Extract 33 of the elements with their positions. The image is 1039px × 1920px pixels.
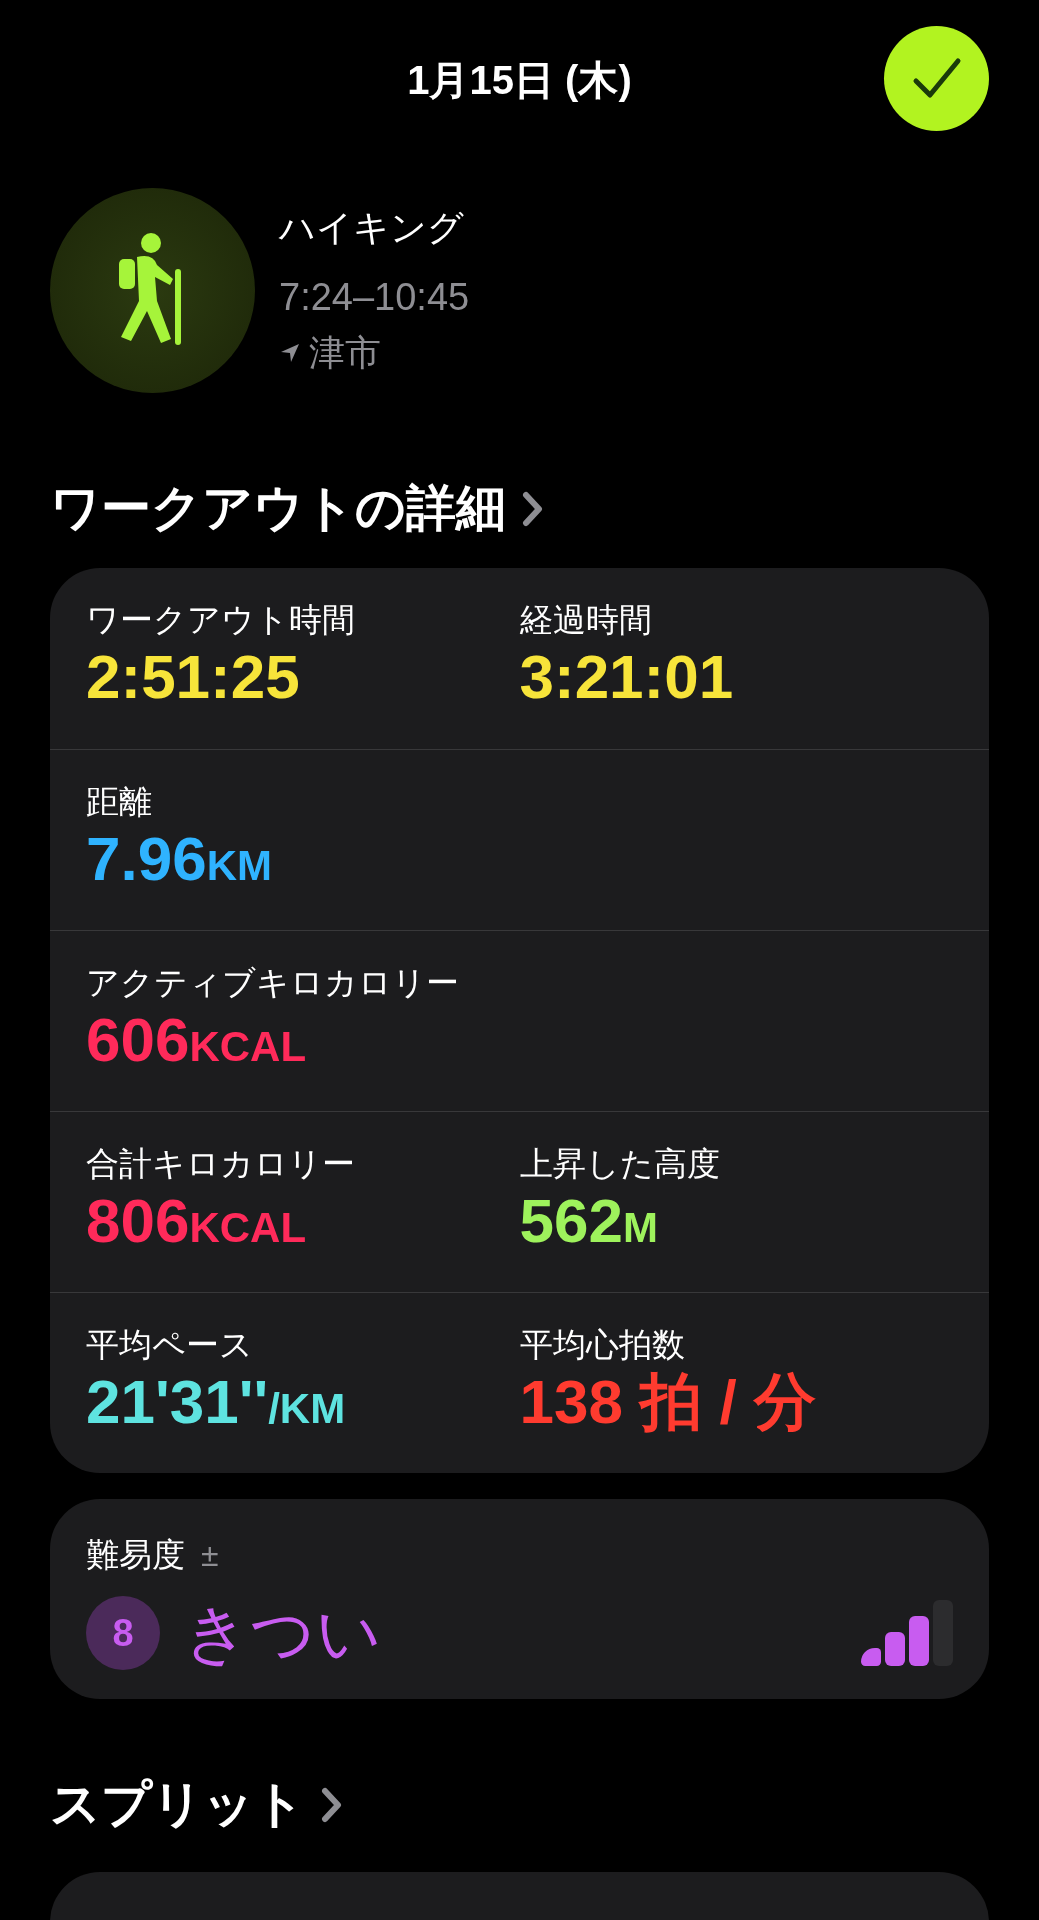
- stat-value: 7.96KM: [86, 822, 273, 895]
- chevron-icon: [522, 490, 544, 527]
- stat-value: 2:51:25: [86, 640, 301, 713]
- stat-value: 562M: [519, 1184, 659, 1257]
- details-link[interactable]: ワークアウトの詳細: [50, 471, 544, 546]
- stat-value: 138 拍 / 分: [519, 1365, 817, 1438]
- stat-label: 距離: [86, 782, 153, 822]
- score-badge: 8: [86, 1596, 160, 1670]
- stat-value: 806KCAL: [86, 1184, 308, 1257]
- location-arrow-icon: [279, 342, 301, 364]
- section-title: ワークアウトの詳細: [50, 479, 506, 538]
- stat-label: 経過時間: [519, 600, 653, 640]
- stat-label: 上昇した高度: [519, 1144, 721, 1184]
- difficulty-card[interactable]: 難易度 ± 8 きつい: [50, 1499, 989, 1699]
- splits-link[interactable]: スプリット: [50, 1767, 343, 1842]
- time-range: 7:24–10:45: [279, 275, 470, 320]
- plus-minus-symbol: ±: [201, 1536, 219, 1575]
- stat-value: 3:21:01: [519, 640, 735, 713]
- difficulty-rating: きつい: [184, 1596, 382, 1671]
- stat-value: 606KCAL: [86, 1003, 308, 1076]
- stat-label: 平均心拍数: [519, 1325, 686, 1365]
- location-text: 津市: [309, 331, 381, 375]
- date-title: 1月15日 (木): [407, 57, 632, 104]
- chevron-icon: [321, 1786, 343, 1823]
- stat-label: アクティブキロカロリー: [86, 963, 460, 1003]
- section-title: スプリット: [50, 1775, 305, 1834]
- difficulty-label: 難易度: [86, 1535, 185, 1575]
- stat-label: ワークアウト時間: [86, 600, 356, 640]
- stat-label: 合計キロカロリー: [86, 1144, 356, 1184]
- stat-label: 平均ペース: [86, 1325, 254, 1365]
- stat-value: 21'31''/KM: [86, 1365, 347, 1438]
- checkmark-icon: [911, 56, 962, 101]
- workout-name: ハイキング: [279, 206, 465, 250]
